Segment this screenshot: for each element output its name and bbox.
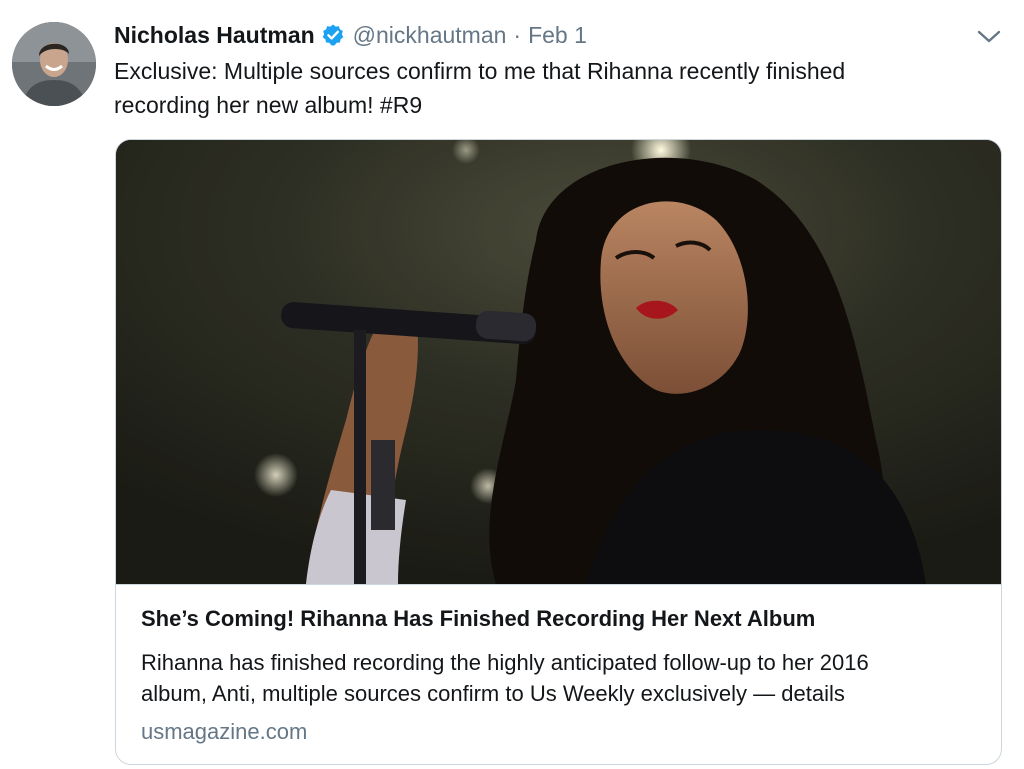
profile-photo <box>12 22 96 106</box>
tweet-text-line: recording her new album! #R9 <box>114 88 994 122</box>
tweet-menu-button[interactable] <box>974 24 1004 50</box>
tweet-header: Nicholas Hautman @nickhautman · Feb 1 <box>114 20 587 50</box>
chevron-down-icon <box>977 30 1001 43</box>
card-image[interactable] <box>116 140 1001 584</box>
tweet-date[interactable]: Feb 1 <box>528 22 587 49</box>
header-separator: · <box>513 21 522 48</box>
card-description: Rihanna has finished recording the highl… <box>141 647 981 709</box>
tweet[interactable]: Nicholas Hautman @nickhautman · Feb 1 Ex… <box>0 0 1024 769</box>
card-description-line: album, Anti, multiple sources confirm to… <box>141 681 845 706</box>
hashtag-link[interactable]: #R9 <box>380 92 422 118</box>
tweet-text-line-body: recording her new album! <box>114 92 380 118</box>
card-domain[interactable]: usmagazine.com <box>141 719 307 745</box>
tweet-text-line: Exclusive: Multiple sources confirm to m… <box>114 58 846 84</box>
card-description-line: Rihanna has finished recording the highl… <box>141 650 869 675</box>
author-name[interactable]: Nicholas Hautman <box>114 22 315 49</box>
verified-badge-icon <box>321 23 345 47</box>
tweet-text: Exclusive: Multiple sources confirm to m… <box>114 54 994 122</box>
card-body[interactable]: She’s Coming! Rihanna Has Finished Recor… <box>116 584 1001 764</box>
card-title[interactable]: She’s Coming! Rihanna Has Finished Recor… <box>141 606 815 632</box>
link-card[interactable]: She’s Coming! Rihanna Has Finished Recor… <box>115 139 1002 765</box>
article-photo <box>116 140 1001 584</box>
author-avatar[interactable] <box>12 22 96 106</box>
author-handle[interactable]: @nickhautman <box>353 22 507 49</box>
